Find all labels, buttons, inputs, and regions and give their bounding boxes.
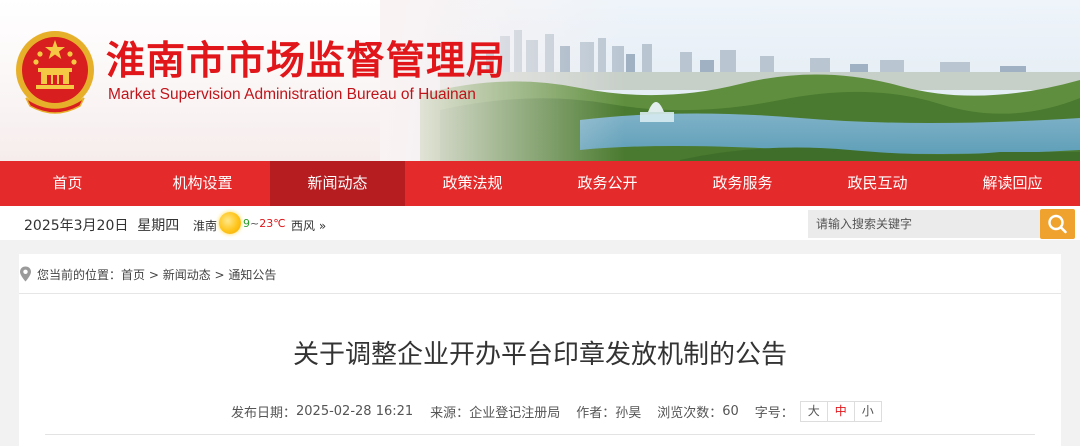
location-pin-icon [20, 266, 31, 282]
temp-separator: ~ [250, 217, 260, 230]
article-panel: 您当前的位置：首页 > 新闻动态 > 通知公告 关于调整企业开办平台印章发放机制… [19, 254, 1061, 446]
breadcrumb-prefix: 您当前的位置： [37, 268, 122, 282]
font-size-small-button[interactable]: 小 [853, 402, 881, 421]
source-label: 来源： [430, 406, 470, 421]
article-meta: 发布日期： 2025-02-28 16:21 来源： 企业登记注册局 作者： 孙昊 浏… [231, 401, 882, 422]
nav-item-home[interactable]: 首页 [0, 161, 135, 206]
breadcrumb-notices[interactable]: 通知公告 [228, 268, 276, 282]
publish-date: 2025-02-28 16:21 [296, 404, 414, 419]
sunny-icon [219, 212, 241, 234]
national-emblem-icon [16, 31, 94, 114]
weather-wind: 西风 » [291, 217, 326, 234]
nav-item-interaction[interactable]: 政民互动 [810, 161, 945, 206]
info-bar: 2025年3月20日 星期四 淮南 9~23℃ 西风 » [0, 206, 1080, 240]
breadcrumb-home[interactable]: 首页 [121, 268, 145, 282]
nav-item-gov-services[interactable]: 政务服务 [675, 161, 810, 206]
weekday-text: 星期四 [137, 218, 180, 234]
font-size-large-button[interactable]: 大 [801, 402, 827, 421]
views-count: 60 [722, 404, 739, 419]
temp-low: 9 [243, 217, 250, 230]
views-label: 浏览次数： [657, 406, 723, 421]
weather-temperature: 9~23℃ [243, 217, 286, 230]
site-title: 淮南市市场监督管理局 [106, 39, 507, 84]
nav-item-organization[interactable]: 机构设置 [135, 161, 270, 206]
search-icon [1048, 214, 1067, 234]
date-text: 2025年3月20日 [24, 218, 129, 234]
nav-item-news[interactable]: 新闻动态 [270, 161, 405, 206]
search-input[interactable] [808, 210, 1040, 238]
font-size-medium-button[interactable]: 中 [826, 402, 854, 421]
site-subtitle: Market Supervision Administration Bureau… [108, 86, 476, 103]
temp-high: 23℃ [259, 217, 286, 230]
font-size-switcher: 大 中 小 [799, 401, 882, 422]
publish-date-label: 发布日期： [231, 406, 297, 421]
author-value: 孙昊 [615, 406, 642, 421]
nav-item-gov-affairs[interactable]: 政务公开 [540, 161, 675, 206]
site-banner: 淮南市市场监督管理局 Market Supervision Administra… [0, 0, 1080, 161]
current-date: 2025年3月20日 星期四 [24, 215, 179, 235]
breadcrumb-separator: > [210, 268, 229, 282]
nav-item-interpretation[interactable]: 解读回应 [945, 161, 1080, 206]
weather-city: 淮南 [193, 219, 218, 233]
search-button[interactable] [1040, 209, 1075, 239]
breadcrumb-news[interactable]: 新闻动态 [163, 268, 211, 282]
nav-item-policy[interactable]: 政策法规 [405, 161, 540, 206]
font-size-label: 字号： [754, 406, 794, 421]
wind-text: 西风 [291, 219, 316, 233]
breadcrumb: 您当前的位置：首页 > 新闻动态 > 通知公告 [19, 254, 1061, 294]
author-label: 作者： [576, 406, 616, 421]
breadcrumb-separator: > [145, 268, 163, 282]
source-value: 企业登记注册局 [469, 406, 561, 421]
breadcrumb-trail: 您当前的位置：首页 > 新闻动态 > 通知公告 [37, 266, 276, 283]
weather-more-link[interactable]: » [319, 219, 326, 233]
main-nav: 首页 机构设置 新闻动态 政策法规 政务公开 政务服务 政民互动 解读回应 [0, 161, 1080, 206]
content-divider [45, 434, 1035, 435]
article-title: 关于调整企业开办平台印章发放机制的公告 [292, 340, 787, 370]
